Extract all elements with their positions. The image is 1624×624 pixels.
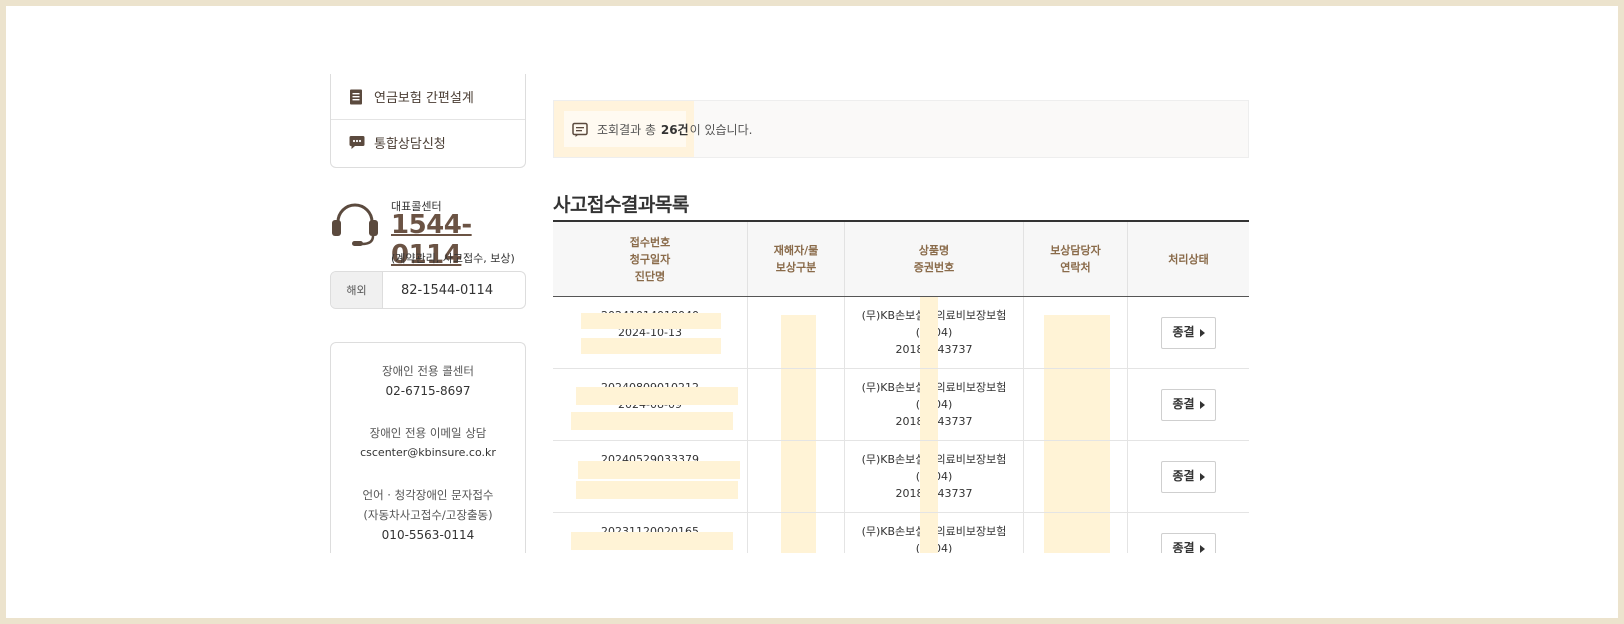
headset-icon <box>332 203 378 246</box>
table-row[interactable]: 20240529033379 (무)KB손보실손의료비보장보험(2004)201… <box>553 441 1249 513</box>
result-count: 26건 <box>660 123 689 137</box>
header-status: 처리상태 <box>1168 252 1209 266</box>
sidebar-item-label: 연금보험 간편설계 <box>374 91 474 106</box>
disabled-email-title: 장애인 전용 이메일 상담 <box>369 426 487 440</box>
arrow-right-icon <box>1199 328 1205 337</box>
document-icon <box>349 89 365 105</box>
notice-prefix: 조회결과 총 <box>597 123 657 137</box>
callcenter-block: 대표콜센터 1544-0114 (계약관리, 사고접수, 보상) <box>330 192 530 270</box>
table-row[interactable]: 202408090102122024-08-09 (무)KB손보실손의료비보장보… <box>553 369 1249 441</box>
disabled-phone[interactable]: 02-6715-8697 <box>331 384 525 398</box>
header-handler: 보상담당자 연락처 <box>1024 222 1128 296</box>
header-product: 상품명 증권번호 <box>845 222 1024 296</box>
disabled-sms-title: 언어 · 청각장애인 문자접수 <box>362 488 494 502</box>
disabled-email[interactable]: cscenter@kbinsure.co.kr <box>331 446 525 459</box>
disabled-sms[interactable]: 010-5563-0114 <box>331 528 525 542</box>
status-button[interactable]: 종결 <box>1161 316 1216 349</box>
status-button[interactable]: 종결 <box>1161 388 1216 421</box>
header-victim: 재해자/물 보상구분 <box>748 222 845 296</box>
section-title: 사고접수결과목록 <box>553 194 689 216</box>
callcenter-sub: (계약관리, 사고접수, 보상) <box>391 252 515 265</box>
sidebar-item-annuity-design[interactable]: 연금보험 간편설계 <box>331 74 525 119</box>
disabled-support-box: 장애인 전용 콜센터 02-6715-8697 장애인 전용 이메일 상담 cs… <box>330 342 526 558</box>
arrow-right-icon <box>1199 544 1205 553</box>
notice-suffix: 이 있습니다. <box>689 123 753 137</box>
disabled-phone-title: 장애인 전용 콜센터 <box>382 364 474 378</box>
overseas-tag: 해외 <box>331 272 383 308</box>
sidebar-item-label: 통합상담신청 <box>374 136 446 152</box>
result-notice: 조회결과 총 26건 이 있습니다. <box>553 100 1249 158</box>
disabled-sms-subtitle: (자동차사고접수/고장출동) <box>363 508 493 522</box>
sidebar-menu: 연금보험 간편설계 통합상담신청 <box>330 74 526 168</box>
status-button[interactable]: 종결 <box>1161 460 1216 493</box>
arrow-right-icon <box>1199 472 1205 481</box>
claims-table: 접수번호 청구일자 진단명 재해자/물 보상구분 상품명 증권번호 보상담당자 연락처 처… <box>553 220 1249 585</box>
header-receipt: 접수번호 청구일자 진단명 <box>553 222 748 296</box>
arrow-right-icon <box>1199 400 1205 409</box>
sidebar-item-consultation[interactable]: 통합상담신청 <box>331 119 525 164</box>
table-header: 접수번호 청구일자 진단명 재해자/물 보상구분 상품명 증권번호 보상담당자 연락처 처… <box>553 222 1249 297</box>
chat-bubble-icon <box>349 134 365 150</box>
viewport-crop <box>6 553 1618 618</box>
table-row[interactable]: 202410140180402024-10-13 (무)KB손보실손의료비보장보… <box>553 297 1249 369</box>
overseas-phone: 해외 82-1544-0114 <box>330 271 526 309</box>
overseas-number[interactable]: 82-1544-0114 <box>383 272 493 308</box>
page-frame: 연금보험 간편설계 통합상담신청 대표콜센터 1544-0114 (계약관리, … <box>6 6 1618 618</box>
message-icon <box>572 122 588 137</box>
